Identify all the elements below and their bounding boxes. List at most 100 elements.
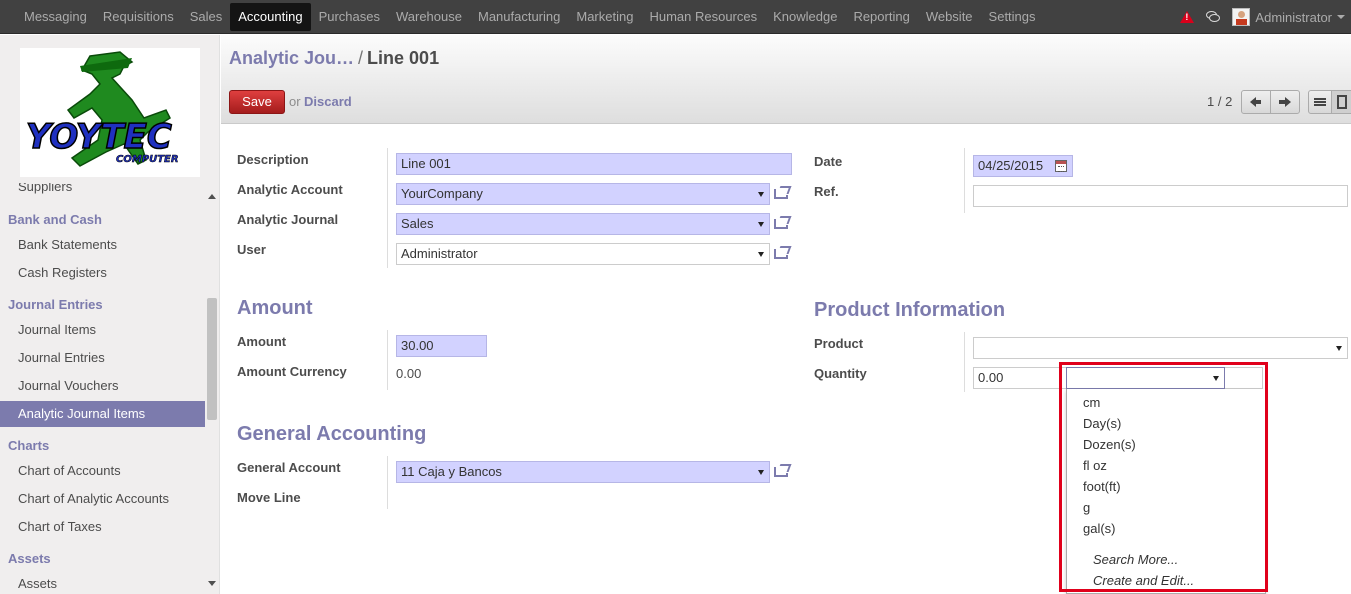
user-menu[interactable]: Administrator: [1232, 8, 1345, 26]
dropdown-option[interactable]: fl oz: [1083, 458, 1107, 473]
uom-dropdown-list: cm Day(s) Dozen(s) fl oz foot(ft) g gal(…: [1066, 389, 1266, 594]
sidebar-section-bank-and-cash: Bank and Cash: [8, 212, 102, 227]
general-account-select[interactable]: 11 Caja y Bancos: [396, 461, 770, 483]
calendar-icon[interactable]: [1055, 160, 1067, 172]
general-account-value: 11 Caja y Bancos: [401, 464, 502, 479]
dropdown-option[interactable]: Day(s): [1083, 416, 1121, 431]
save-button[interactable]: Save: [229, 90, 285, 114]
sidebar-item-journal-vouchers[interactable]: Journal Vouchers: [0, 373, 205, 399]
divider: [964, 332, 965, 392]
ref-label: Ref.: [814, 184, 839, 199]
sidebar-item-cash-registers[interactable]: Cash Registers: [0, 260, 205, 286]
user-select[interactable]: Administrator: [396, 243, 770, 265]
sidebar-item-suppliers[interactable]: Suppliers: [18, 183, 72, 194]
menu-marketing[interactable]: Marketing: [568, 0, 641, 34]
sidebar-item-journal-items[interactable]: Journal Items: [0, 317, 205, 343]
discard-button[interactable]: Discard: [304, 94, 352, 109]
create-and-edit-option[interactable]: Create and Edit...: [1093, 573, 1194, 588]
dropdown-option[interactable]: foot(ft): [1083, 479, 1121, 494]
menu-sales[interactable]: Sales: [182, 0, 231, 34]
pager-previous-button[interactable]: [1241, 90, 1271, 114]
breadcrumb: Analytic Jou… / Line 001: [229, 48, 439, 69]
pager-value: 1 / 2: [1207, 94, 1233, 109]
description-label: Description: [237, 152, 309, 167]
analytic-account-value: YourCompany: [401, 186, 483, 201]
menu-settings[interactable]: Settings: [981, 0, 1044, 34]
breadcrumb-current: Line 001: [367, 48, 440, 68]
sidebar-item-chart-of-taxes[interactable]: Chart of Taxes: [0, 514, 205, 540]
move-line-label: Move Line: [237, 490, 301, 505]
description-field[interactable]: Line 001: [396, 153, 792, 175]
sidebar-item-chart-of-analytic-accounts[interactable]: Chart of Analytic Accounts: [0, 486, 205, 512]
scroll-thumb[interactable]: [207, 298, 217, 420]
analytic-journal-label: Analytic Journal: [237, 212, 339, 227]
search-more-option[interactable]: Search More...: [1093, 552, 1178, 567]
external-link-icon[interactable]: [774, 246, 792, 260]
chevron-down-icon[interactable]: [758, 252, 764, 257]
chevron-down-icon[interactable]: [758, 470, 764, 475]
scroll-up-icon[interactable]: [208, 194, 216, 199]
sidebar-item-chart-of-accounts[interactable]: Chart of Accounts: [0, 458, 205, 484]
scroll-down-icon[interactable]: [208, 581, 216, 586]
user-name: Administrator: [1255, 9, 1332, 25]
pager-next-button[interactable]: [1270, 90, 1300, 114]
arrow-right-icon: [1279, 97, 1291, 107]
ref-field[interactable]: [973, 185, 1348, 207]
control-panel: Analytic Jou… / Line 001 Save or Discard 1…: [221, 35, 1351, 124]
external-link-icon[interactable]: [774, 464, 792, 478]
sidebar-scrollbar[interactable]: [205, 183, 219, 594]
chevron-down-icon[interactable]: [1213, 376, 1219, 381]
list-view-button[interactable]: [1308, 90, 1332, 114]
sidebar-item-assets[interactable]: Assets: [0, 571, 205, 594]
menu-accounting[interactable]: Accounting: [230, 3, 311, 31]
chevron-down-icon[interactable]: [758, 222, 764, 227]
menu-manufacturing[interactable]: Manufacturing: [470, 0, 568, 34]
chevron-down-icon[interactable]: [1336, 346, 1342, 351]
analytic-journal-select[interactable]: Sales: [396, 213, 770, 235]
sidebar-section-charts: Charts: [8, 438, 50, 453]
amount-label: Amount: [237, 334, 287, 349]
product-section-title: Product Information: [814, 299, 1006, 321]
external-link-icon[interactable]: [774, 186, 792, 200]
product-label: Product: [814, 336, 864, 351]
menu-human-resources[interactable]: Human Resources: [641, 0, 765, 34]
menu-knowledge[interactable]: Knowledge: [765, 0, 845, 34]
breadcrumb-separator: /: [358, 48, 364, 68]
dropdown-option[interactable]: gal(s): [1083, 521, 1116, 536]
breadcrumb-parent[interactable]: Analytic Jou…: [229, 48, 354, 68]
menu-warehouse[interactable]: Warehouse: [388, 0, 470, 34]
alert-icon[interactable]: [1180, 11, 1195, 23]
quantity-label: Quantity: [814, 366, 867, 381]
amount-field[interactable]: 30.00: [396, 335, 487, 357]
menu-website[interactable]: Website: [918, 0, 981, 34]
menu-reporting[interactable]: Reporting: [845, 0, 917, 34]
form-view-button[interactable]: [1331, 90, 1351, 114]
sidebar-item-analytic-journal-items[interactable]: Analytic Journal Items: [0, 401, 205, 427]
arrow-left-icon: [1250, 97, 1261, 107]
chevron-down-icon[interactable]: [758, 192, 764, 197]
menu-purchases[interactable]: Purchases: [311, 0, 388, 34]
company-logo[interactable]: YOYTEC COMPUTER: [20, 48, 200, 177]
main-menu: Messaging Requisitions Sales Accounting …: [16, 0, 1044, 34]
menu-messaging[interactable]: Messaging: [16, 0, 95, 34]
divider: [387, 148, 388, 268]
dropdown-option[interactable]: Dozen(s): [1083, 437, 1136, 452]
uom-select[interactable]: [1066, 367, 1225, 389]
product-select[interactable]: [973, 337, 1348, 359]
dropdown-option[interactable]: g: [1083, 500, 1090, 515]
chat-icon[interactable]: [1206, 11, 1221, 23]
menu-requisitions[interactable]: Requisitions: [95, 0, 182, 34]
form-icon: [1337, 95, 1347, 109]
external-link-icon[interactable]: [774, 216, 792, 230]
logo-graphic: YOYTEC COMPUTER: [25, 51, 179, 167]
sidebar-item-journal-entries[interactable]: Journal Entries: [0, 345, 205, 371]
amount-section-title: Amount: [237, 297, 313, 319]
analytic-account-select[interactable]: YourCompany: [396, 183, 770, 205]
divider: [964, 148, 965, 213]
sidebar-section-journal-entries: Journal Entries: [8, 297, 103, 312]
sidebar-item-bank-statements[interactable]: Bank Statements: [0, 232, 205, 258]
dropdown-option[interactable]: cm: [1083, 395, 1100, 410]
chevron-down-icon: [1337, 15, 1345, 19]
date-field[interactable]: 04/25/2015: [973, 155, 1073, 177]
amount-currency-label: Amount Currency: [237, 364, 347, 379]
